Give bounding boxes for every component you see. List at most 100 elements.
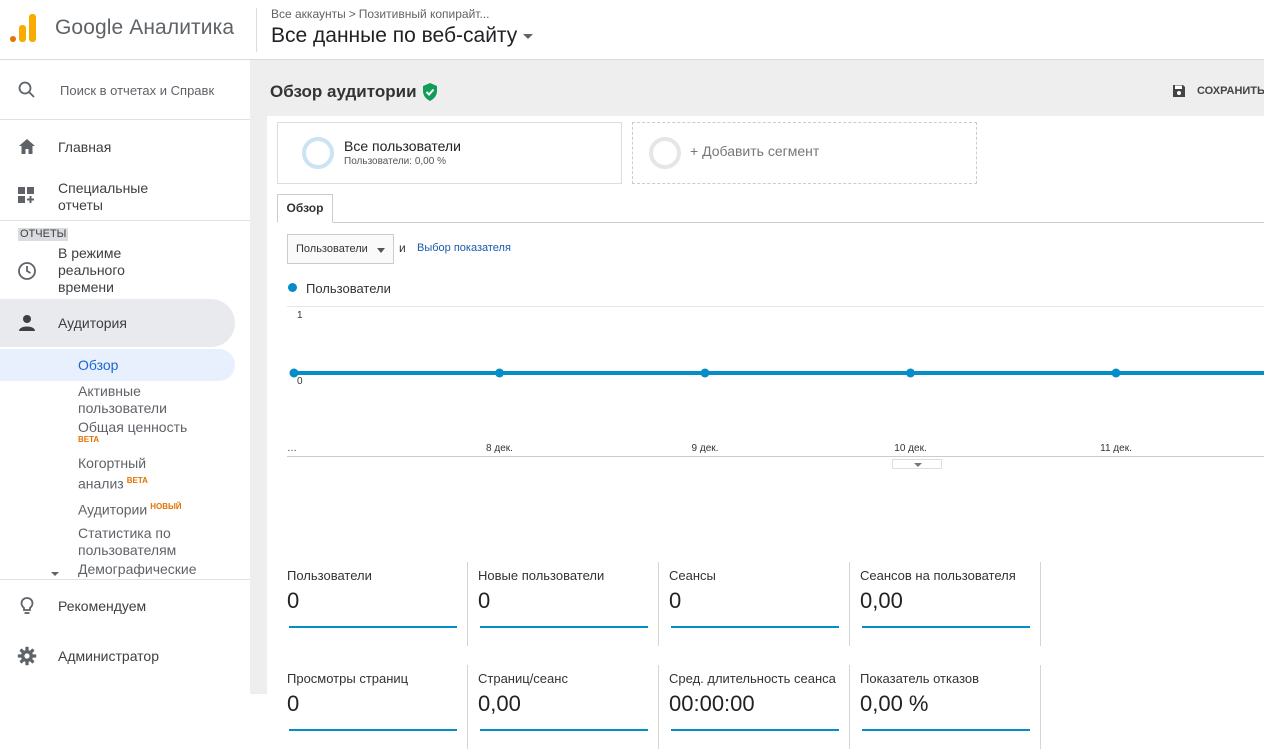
data-point xyxy=(1111,368,1121,378)
x-tick-label: … xyxy=(287,443,297,454)
sub-item-overview[interactable]: Обзор xyxy=(78,357,118,374)
breadcrumb[interactable]: Все аккаунты > Позитивный копирайт... xyxy=(271,7,489,21)
metric-card[interactable]: Показатель отказов 0,00 % xyxy=(860,665,1051,751)
beta-badge: BETA xyxy=(126,476,148,485)
metric-value: 0,00 xyxy=(860,588,903,613)
caret-down-icon[interactable] xyxy=(523,33,534,39)
metric-name: Просмотры страниц xyxy=(287,671,409,686)
nav-custom-reports[interactable]: Специальные отчеты xyxy=(0,178,235,218)
new-badge: НОВЫЙ xyxy=(150,502,182,511)
metric-divider xyxy=(849,665,850,749)
clock-icon xyxy=(18,262,36,280)
person-icon xyxy=(19,315,35,331)
x-tick-label: 10 дек. xyxy=(894,443,926,454)
caret-down-icon xyxy=(377,248,385,253)
segment-ring-icon xyxy=(649,137,681,169)
data-point xyxy=(289,368,299,378)
segment-subtitle: Пользователи: 0,00 % xyxy=(344,156,446,167)
section-label-reports: ОТЧЕТЫ xyxy=(18,228,69,241)
nav-admin[interactable]: Администратор xyxy=(0,644,235,668)
app-header: Google Аналитика Все аккаунты > Позитивный… xyxy=(0,0,1264,60)
add-segment-button[interactable]: + Добавить сегмент xyxy=(632,122,977,184)
pick-metric-link[interactable]: Выбор показателя xyxy=(417,242,511,254)
legend-marker xyxy=(288,283,297,292)
metric-sparkline xyxy=(862,729,1030,731)
data-point xyxy=(495,368,504,378)
metric-divider xyxy=(467,665,468,749)
data-point xyxy=(700,368,710,378)
beta-badge: BETA xyxy=(78,435,100,444)
metric-sparkline xyxy=(289,626,457,628)
sub-item-user-explorer-label-1: Статистика по xyxy=(78,525,171,541)
sidebar-divider xyxy=(0,220,250,221)
nav-audience-label: Аудитория xyxy=(58,315,127,331)
add-segment-label: + Добавить сегмент xyxy=(690,143,820,159)
sub-item-audiences[interactable]: Аудитории НОВЫЙ xyxy=(78,498,182,519)
metric-name: Новые пользователи xyxy=(478,568,605,583)
nav-recommend-label: Рекомендуем xyxy=(58,598,147,614)
scroll-down-icon[interactable] xyxy=(51,572,59,576)
main-content: Обзор аудитории СОХРАНИТЬ Все пользовате… xyxy=(250,60,1264,749)
save-icon xyxy=(1173,85,1185,97)
metric-name: Сред. длительность сеанса xyxy=(669,671,836,686)
sub-item-user-explorer[interactable]: Статистика по пользователям xyxy=(78,525,176,559)
save-button[interactable]: СОХРАНИТЬ xyxy=(1172,82,1264,102)
y-tick-label: 0 xyxy=(297,376,303,387)
sidebar-divider xyxy=(0,579,250,580)
metric-card[interactable]: Сеансы 0 xyxy=(669,562,860,648)
metric-card[interactable]: Сред. длительность сеанса 00:00:00 xyxy=(669,665,860,751)
x-tick-label: 9 дек. xyxy=(692,443,719,454)
metric-sparkline xyxy=(862,626,1030,628)
tabs-divider xyxy=(277,222,1264,223)
metric-card[interactable]: Пользователи 0 xyxy=(287,562,478,648)
tab-overview[interactable]: Обзор xyxy=(277,194,333,223)
metric-value: 0,00 xyxy=(478,691,521,716)
sub-item-active-users-label-1: Активные xyxy=(78,383,141,399)
metric-card[interactable]: Страниц/сеанс 0,00 xyxy=(478,665,669,751)
sidebar: Главная Специальные отчеты ОТЧЕТЫ В режи… xyxy=(0,60,250,694)
metric-card[interactable]: Сеансов на пользователя 0,00 xyxy=(860,562,1051,648)
metric-card[interactable]: Просмотры страниц 0 xyxy=(287,665,478,751)
page-title: Обзор аудитории xyxy=(270,82,417,101)
metric-name: Пользователи xyxy=(287,568,372,583)
view-selector[interactable]: Все данные по веб-сайту xyxy=(271,24,534,48)
metric-sparkline xyxy=(289,729,457,731)
chart-expand-handle[interactable] xyxy=(892,459,942,469)
nav-realtime[interactable]: В режиме реального времени xyxy=(0,245,235,299)
y-tick-label: 1 xyxy=(297,310,303,321)
segment-all-users[interactable]: Все пользователи Пользователи: 0,00 % xyxy=(277,122,622,184)
analytics-logo-icon[interactable] xyxy=(10,12,38,44)
and-label: и xyxy=(399,241,406,255)
x-tick-label: 8 дек. xyxy=(486,443,513,454)
nav-recommend[interactable]: Рекомендуем xyxy=(0,594,235,618)
view-title[interactable]: Все данные по веб-сайту xyxy=(271,24,517,47)
search-icon[interactable] xyxy=(17,80,37,100)
breadcrumb-account[interactable]: Позитивный копирайт... xyxy=(359,7,490,21)
metric-name: Сеансов на пользователя xyxy=(860,568,1016,583)
metric-value: 0 xyxy=(287,588,300,613)
data-point xyxy=(906,368,915,378)
nav-custom-reports-label-1: Специальные xyxy=(58,180,149,196)
breadcrumb-accounts[interactable]: Все аккаунты xyxy=(271,7,346,21)
sub-item-demographics[interactable]: Демографические xyxy=(78,561,197,578)
metric-divider xyxy=(1040,665,1041,749)
nav-home[interactable]: Главная xyxy=(0,135,235,159)
metric-value: 0 xyxy=(669,588,682,613)
search-input[interactable] xyxy=(60,80,220,100)
metric-select[interactable]: Пользователи xyxy=(287,234,394,264)
custom-reports-icon xyxy=(18,187,34,203)
sub-item-cohort[interactable]: Когортный анализ BETA xyxy=(78,455,148,493)
nav-realtime-label-3: времени xyxy=(58,279,114,295)
sub-item-active-users[interactable]: Активные пользователи xyxy=(78,383,167,417)
metric-divider xyxy=(849,562,850,646)
header-divider xyxy=(256,8,257,52)
product-name: Google Аналитика xyxy=(55,16,235,39)
nav-audience[interactable]: Аудитория xyxy=(0,299,235,347)
line-chart[interactable]: 1 0 … 8 дек. 9 дек. 10 дек. 11 дек. xyxy=(287,306,1264,466)
sub-item-lifetime-value[interactable]: Общая ценность BETA xyxy=(78,419,187,444)
metric-name: Страниц/сеанс xyxy=(478,671,568,686)
verified-shield-icon xyxy=(423,83,437,101)
metric-name: Показатель отказов xyxy=(860,671,980,686)
metric-value: 00:00:00 xyxy=(669,691,755,716)
metric-card[interactable]: Новые пользователи 0 xyxy=(478,562,669,648)
